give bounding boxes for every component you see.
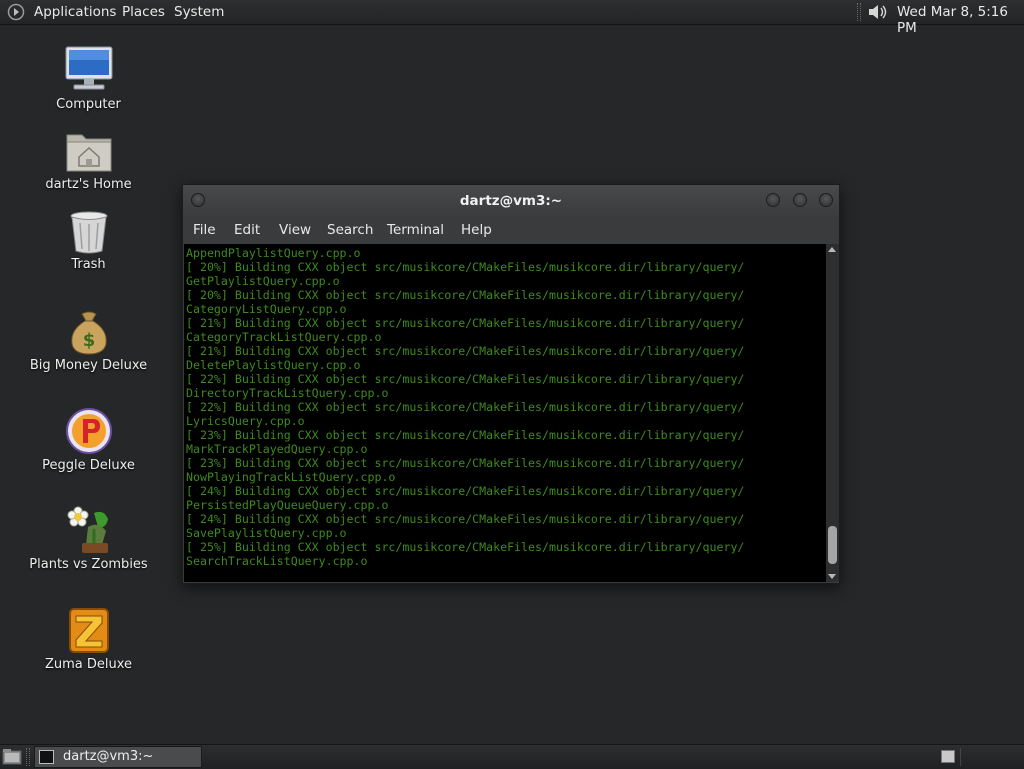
- terminal-line: SavePlaylistQuery.cpp.o: [186, 526, 347, 540]
- show-desktop-icon[interactable]: [2, 748, 22, 766]
- workspace-1-button[interactable]: [941, 750, 955, 763]
- terminal-line: [ 20%] Building CXX object src/musikcore…: [186, 288, 745, 302]
- zuma-icon: [69, 608, 109, 653]
- terminal-line: [ 22%] Building CXX object src/musikcore…: [186, 400, 745, 414]
- menu-applications[interactable]: Applications: [34, 4, 116, 20]
- maximize-button[interactable]: [793, 193, 807, 207]
- menu-view[interactable]: View: [279, 222, 311, 238]
- terminal-line: [ 25%] Building CXX object src/musikcore…: [186, 540, 745, 554]
- close-button[interactable]: [819, 193, 833, 207]
- terminal-line: [ 24%] Building CXX object src/musikcore…: [186, 484, 745, 498]
- terminal-line: GetPlaylistQuery.cpp.o: [186, 274, 340, 288]
- top-panel: Applications Places System Wed Mar 8, 5:…: [0, 0, 1024, 36]
- desktop-icon-label: dartz's Home: [45, 177, 132, 192]
- menu-system[interactable]: System: [174, 4, 224, 20]
- plants-vs-zombies-icon: [67, 506, 108, 553]
- trash-icon: [70, 211, 108, 254]
- computer-icon: [65, 46, 113, 90]
- menu-search[interactable]: Search: [327, 222, 373, 238]
- taskbar-window-button[interactable]: dartz@vm3:~: [34, 746, 202, 768]
- scroll-up-arrow-icon[interactable]: [828, 247, 836, 252]
- terminal-line: [ 23%] Building CXX object src/musikcore…: [186, 428, 745, 442]
- terminal-line: MarkTrackPlayedQuery.cpp.o: [186, 442, 368, 456]
- terminal-window[interactable]: dartz@vm3:~ File Edit View Search Termin…: [182, 184, 840, 584]
- terminal-line: [ 21%] Building CXX object src/musikcore…: [186, 316, 745, 330]
- terminal-icon: [39, 750, 54, 764]
- terminal-menubar: File Edit View Search Terminal Help: [183, 217, 839, 244]
- desktop-icon-label: Zuma Deluxe: [44, 657, 133, 672]
- scrollbar-thumb[interactable]: [828, 526, 837, 564]
- terminal-line: [ 23%] Building CXX object src/musikcore…: [186, 456, 745, 470]
- terminal-line: DeletePlaylistQuery.cpp.o: [186, 358, 361, 372]
- desktop-icon-label: Peggle Deluxe: [42, 458, 135, 473]
- terminal-scrollbar[interactable]: [826, 244, 839, 582]
- scroll-down-arrow-icon[interactable]: [828, 574, 836, 579]
- terminal-line: NowPlayingTrackListQuery.cpp.o: [186, 470, 396, 484]
- terminal-line: LyricsQuery.cpp.o: [186, 414, 305, 428]
- peggle-icon: [66, 408, 112, 454]
- speaker-icon[interactable]: [867, 3, 889, 21]
- terminal-line: [ 22%] Building CXX object src/musikcore…: [186, 372, 745, 386]
- menu-terminal[interactable]: Terminal: [387, 222, 444, 238]
- taskbar-window-label: dartz@vm3:~: [63, 749, 154, 764]
- menu-edit[interactable]: Edit: [234, 222, 260, 238]
- desktop-icon-label: Computer: [56, 97, 121, 112]
- menu-file[interactable]: File: [193, 222, 216, 238]
- workspace-2-button[interactable]: [960, 748, 1022, 766]
- distro-logo-icon[interactable]: [7, 3, 25, 21]
- clock[interactable]: Wed Mar 8, 5:16 PM: [897, 4, 1024, 36]
- terminal-line: CategoryTrackListQuery.cpp.o: [186, 330, 382, 344]
- svg-text:$: $: [83, 330, 96, 351]
- window-title: dartz@vm3:~: [459, 193, 563, 209]
- home-folder-icon: [66, 134, 112, 172]
- terminal-line: [ 21%] Building CXX object src/musikcore…: [186, 344, 745, 358]
- bottom-panel: dartz@vm3:~: [0, 744, 1024, 769]
- terminal-line: [ 20%] Building CXX object src/musikcore…: [186, 260, 745, 274]
- panel-separator: [26, 748, 30, 766]
- minimize-button[interactable]: [766, 193, 780, 207]
- terminal-output: AppendPlaylistQuery.cpp.o[ 20%] Building…: [184, 246, 744, 568]
- menu-help[interactable]: Help: [461, 222, 492, 238]
- terminal-line: PersistedPlayQueueQuery.cpp.o: [186, 498, 389, 512]
- menu-places[interactable]: Places: [122, 4, 165, 20]
- terminal-line: [ 24%] Building CXX object src/musikcore…: [186, 512, 745, 526]
- desktop-icon-label: Plants vs Zombies: [29, 557, 148, 572]
- terminal-line: DirectoryTrackListQuery.cpp.o: [186, 386, 389, 400]
- window-titlebar[interactable]: dartz@vm3:~: [183, 185, 839, 217]
- panel-separator: [857, 3, 861, 21]
- terminal-line: AppendPlaylistQuery.cpp.o: [186, 246, 361, 260]
- terminal-screen[interactable]: AppendPlaylistQuery.cpp.o[ 20%] Building…: [184, 244, 826, 582]
- terminal-line: CategoryListQuery.cpp.o: [186, 302, 347, 316]
- desktop-icon-label: Trash: [71, 257, 106, 272]
- terminal-line: SearchTrackListQuery.cpp.o: [186, 554, 368, 568]
- desktop-icon-label: Big Money Deluxe: [29, 358, 148, 373]
- money-bag-icon: $: [71, 311, 107, 355]
